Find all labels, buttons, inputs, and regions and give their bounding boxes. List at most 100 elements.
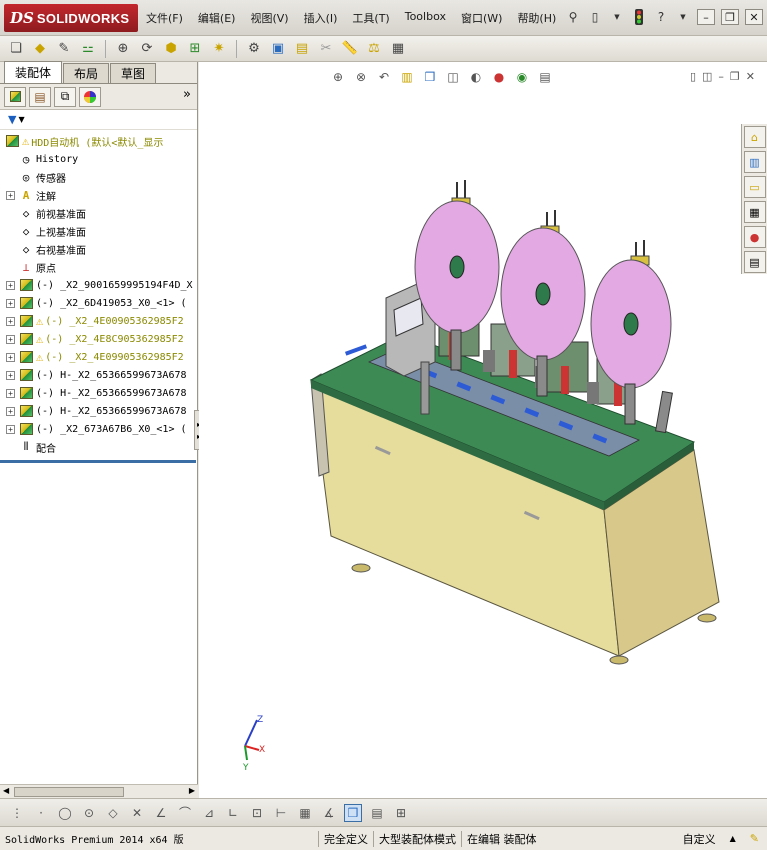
restore-button[interactable]: ❐ — [721, 9, 739, 25]
display-pane-icon[interactable]: ▦ — [388, 39, 408, 59]
table-icon[interactable]: ⊞ — [392, 804, 410, 822]
expand-icon[interactable]: + — [6, 388, 15, 398]
tree-node-component[interactable]: + (-) _X2_6D419053_X0_<1> ( — [0, 294, 197, 312]
view-palette-icon[interactable]: ▦ — [743, 201, 766, 223]
viewport-close-icon[interactable]: ✕ — [746, 70, 755, 83]
line-icon[interactable]: ∠ — [152, 804, 170, 822]
expand-icon[interactable]: + — [6, 370, 15, 380]
close-button[interactable]: ✕ — [745, 9, 763, 25]
fillet-icon[interactable]: ⌒ — [176, 804, 194, 822]
polygon-icon[interactable]: ◇ — [104, 804, 122, 822]
tree-node-component[interactable]: + (-) H-_X2_65366599673A678 — [0, 402, 197, 420]
pattern-sketch-icon[interactable]: ⊡ — [248, 804, 266, 822]
tree-node-top-plane[interactable]: ◇ 上视基准面 — [0, 222, 197, 240]
dimension-icon[interactable]: ⊢ — [272, 804, 290, 822]
tree-node-component-warning[interactable]: + ⚠ (-) _X2_4E8C905362985F2 — [0, 330, 197, 348]
expand-icon[interactable]: + — [6, 298, 15, 308]
pin-icon[interactable]: ⚲ — [565, 8, 581, 26]
bill-of-materials-icon[interactable]: ▤ — [292, 39, 312, 59]
tree-node-sensors[interactable]: ◎ 传感器 — [0, 168, 197, 186]
menu-view[interactable]: 视图(V) — [250, 10, 288, 26]
tree-node-component[interactable]: + (-) _X2_9001659995194F4D_X — [0, 276, 197, 294]
tab-assembly[interactable]: 装配体 — [4, 61, 63, 83]
zoom-to-area-icon[interactable]: ⊗ — [352, 68, 370, 86]
solidworks-logo[interactable]: DS SOLIDWORKS — [4, 4, 138, 32]
expand-icon[interactable]: + — [6, 352, 15, 362]
angle-icon[interactable]: ∡ — [320, 804, 338, 822]
expand-panel-icon[interactable]: » — [183, 87, 191, 102]
expand-icon[interactable]: + — [6, 190, 15, 200]
zoom-to-fit-icon[interactable]: ⊕ — [329, 68, 347, 86]
horizontal-scrollbar[interactable]: ◀ ▶ — [0, 784, 198, 798]
tree-node-history[interactable]: ◷ History — [0, 150, 197, 168]
file-explorer-icon[interactable]: ▭ — [743, 176, 766, 198]
point-icon[interactable]: · — [32, 804, 50, 822]
graphics-area[interactable]: Z X Y ⊕ ⊗ ↶ ▥ ❒ ◫ ◐ ● ◉ ▤ ▯ ◫ – ❐ ✕ ⌂ ▥ — [199, 62, 767, 798]
viewport-split-icon[interactable]: ▯ — [690, 70, 696, 83]
rotate-component-icon[interactable]: ⟳ — [137, 39, 157, 59]
viewport-restore-icon[interactable]: ❐ — [730, 70, 740, 83]
view-settings-icon[interactable]: ▤ — [536, 68, 554, 86]
edit-appearance-icon[interactable]: ● — [490, 68, 508, 86]
viewport-tile-icon[interactable]: ◫ — [702, 70, 712, 83]
appearances-icon[interactable]: ● — [743, 226, 766, 248]
tree-node-component-warning[interactable]: + ⚠ (-) _X2_4E00905362985F2 — [0, 312, 197, 330]
mate-icon[interactable]: ⚍ — [78, 39, 98, 59]
insert-component-icon[interactable]: ◆ — [30, 39, 50, 59]
previous-view-icon[interactable]: ↶ — [375, 68, 393, 86]
trim-icon[interactable]: ✕ — [128, 804, 146, 822]
tree-node-component[interactable]: + (-) H-_X2_65366599673A678 — [0, 366, 197, 384]
expand-icon[interactable]: + — [6, 280, 15, 290]
configuration-manager-icon[interactable]: ⧉ — [54, 86, 76, 107]
section-view-icon[interactable]: ▥ — [398, 68, 416, 86]
new-part-icon[interactable]: ❏ — [6, 39, 26, 59]
measure-icon[interactable]: 📏 — [340, 39, 360, 59]
assembly-features-icon[interactable]: ▣ — [268, 39, 288, 59]
help-dropdown-icon[interactable]: ▼ — [675, 8, 691, 26]
menu-file[interactable]: 文件(F) — [146, 10, 183, 26]
menu-insert[interactable]: 插入(I) — [304, 10, 338, 26]
view-cube-icon[interactable]: ❒ — [344, 803, 362, 822]
paperclip-icon[interactable]: ✎ — [54, 39, 74, 59]
scroll-right-icon[interactable]: ▶ — [189, 786, 195, 795]
reference-geometry-icon[interactable]: ⚙ — [244, 39, 264, 59]
expand-icon[interactable]: + — [6, 424, 15, 434]
mass-properties-icon[interactable]: ⚖ — [364, 39, 384, 59]
expand-icon[interactable]: + — [6, 334, 15, 344]
center-circle-icon[interactable]: ⊙ — [80, 804, 98, 822]
units-selector[interactable]: 自定义 — [683, 831, 716, 847]
tree-node-front-plane[interactable]: ◇ 前视基准面 — [0, 204, 197, 222]
design-library-icon[interactable]: ▥ — [743, 151, 766, 173]
apply-scene-icon[interactable]: ◉ — [513, 68, 531, 86]
hide-show-items-icon[interactable]: ◐ — [467, 68, 485, 86]
view-orientation-icon[interactable]: ❒ — [421, 68, 439, 86]
display-style-icon[interactable]: ◫ — [444, 68, 462, 86]
tree-node-mates[interactable]: ⫴ 配合 — [0, 438, 197, 456]
tag-icon[interactable]: ✎ — [750, 832, 759, 845]
smart-fasteners-icon[interactable]: ⬢ — [161, 39, 181, 59]
layout-icon[interactable]: ▤ — [368, 804, 386, 822]
mirror-icon[interactable]: ⊿ — [200, 804, 218, 822]
minimize-button[interactable]: – — [697, 9, 715, 25]
tree-node-origin[interactable]: ⊥ 原点 — [0, 258, 197, 276]
menu-tools[interactable]: 工具(T) — [352, 10, 389, 26]
tree-node-root[interactable]: ⚠ HDD自动机 (默认<默认_显示 — [0, 132, 197, 150]
property-manager-icon[interactable]: ▤ — [29, 86, 51, 107]
interference-icon[interactable]: ✂ — [316, 39, 336, 59]
machine-model[interactable]: Z X Y — [199, 62, 767, 798]
filter-dropdown-icon[interactable]: ▼ — [18, 115, 24, 124]
viewport-minimize-icon[interactable]: – — [718, 70, 724, 83]
display-manager-icon[interactable] — [79, 86, 101, 107]
tab-layout[interactable]: 布局 — [63, 63, 110, 83]
scroll-left-icon[interactable]: ◀ — [3, 786, 9, 795]
move-component-icon[interactable]: ⊕ — [113, 39, 133, 59]
expand-icon[interactable]: + — [6, 406, 15, 416]
offset-icon[interactable]: ∟ — [224, 804, 242, 822]
explode-icon[interactable]: ✷ — [209, 39, 229, 59]
tree-node-component-warning[interactable]: + ⚠ (-) _X2_4E09905362985F2 — [0, 348, 197, 366]
menu-window[interactable]: 窗口(W) — [461, 10, 502, 26]
traffic-light-icon[interactable] — [631, 8, 647, 26]
tree-node-right-plane[interactable]: ◇ 右视基准面 — [0, 240, 197, 258]
tree-node-component[interactable]: + (-) H-_X2_65366599673A678 — [0, 384, 197, 402]
new-document-icon[interactable]: ▯ — [587, 8, 603, 26]
